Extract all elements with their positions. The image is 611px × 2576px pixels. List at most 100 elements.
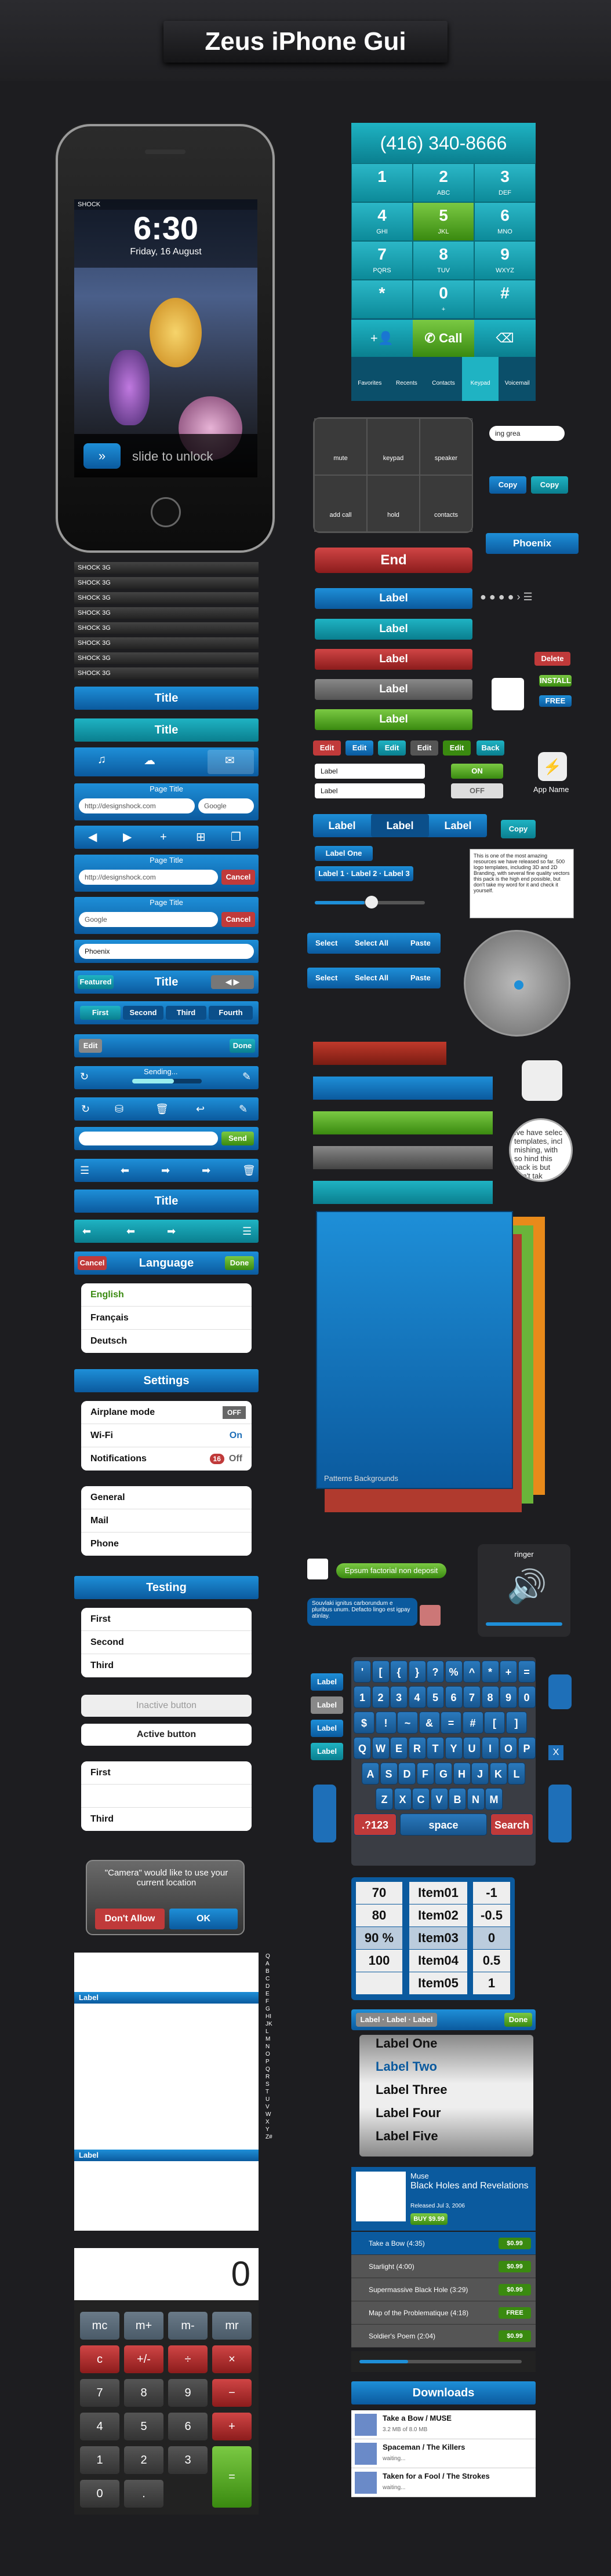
label-button-green[interactable]: Label [315,709,472,730]
dial-key[interactable]: 8 TUV [413,241,474,280]
edit-blue[interactable]: Edit [345,740,373,756]
cancel-button[interactable]: Cancel [221,870,255,885]
copy-button-teal[interactable]: Copy [531,476,568,494]
keyboard-key[interactable]: Z [376,1788,393,1810]
segment-third[interactable]: Third [166,1006,206,1020]
keyboard-key[interactable]: P [518,1737,536,1759]
calc-key[interactable]: × [212,2345,252,2373]
dialer-tab[interactable]: Voicemail [499,357,536,401]
dial-key[interactable]: 3 DEF [474,163,536,202]
keyboard-key[interactable]: { [390,1661,408,1683]
dial-key[interactable]: 7 PQRS [351,241,413,280]
download-row[interactable]: Take a Bow / MUSE 3.2 MB of 8.0 MB [351,2410,536,2439]
picker-cell[interactable]: -0.5 [473,1904,510,1926]
select-menu2-selectall[interactable]: Select All [355,968,388,988]
dialer-tab[interactable]: Favorites [351,357,388,401]
keyboard-key[interactable]: F [416,1763,434,1785]
on-toggle[interactable]: ON [451,764,503,779]
select-nav-segment[interactable]: Label · Label · Label [356,2013,437,2027]
testing-item-second[interactable]: Second [81,1631,252,1654]
picker-cell[interactable]: 100 [356,1950,402,1972]
calc-key[interactable]: 5 [124,2413,163,2440]
keyboard-key[interactable]: H [453,1763,471,1785]
keyboard-key[interactable]: K [489,1763,507,1785]
dial-key[interactable]: * [351,280,413,319]
refresh-icon-2[interactable]: ↻ [81,1097,90,1121]
dial-key[interactable]: 4 GHI [351,202,413,241]
trash-icon[interactable]: 🗑 [155,1097,169,1121]
music-icon[interactable]: ♫ [97,753,106,767]
colored-dots[interactable]: ● ● ● ● › ☰ [480,591,533,603]
track-row[interactable]: Supermassive Black Hole (3:29) $0.99 [351,2278,536,2301]
keyboard-key[interactable]: 0 [518,1686,536,1708]
delete-button[interactable]: Delete [534,652,570,666]
buy-album-button[interactable]: BUY $9.99 [410,2213,448,2225]
calc-key[interactable]: 1 [80,2446,119,2474]
phoenix-button[interactable]: Phoenix [486,533,579,554]
keyboard-key[interactable]: 7 [463,1686,481,1708]
calc-key[interactable]: 4 [80,2413,119,2440]
track-price-button[interactable]: FREE [499,2307,531,2319]
language-german[interactable]: Deutsch [81,1330,252,1353]
keyboard-key[interactable]: Q [354,1737,371,1759]
keyboard-key[interactable]: ' [354,1661,371,1683]
forward-arrow-icon[interactable]: ➡ [161,1159,170,1182]
download-row[interactable]: Taken for a Fool / The Strokes waiting... [351,2468,536,2497]
app-icon[interactable]: ⚡ [538,752,567,781]
calc-key[interactable]: 8 [124,2379,163,2407]
dial-key[interactable]: 9 WXYZ [474,241,536,280]
incall-contacts-button[interactable]: contacts [420,475,472,532]
url-field-active[interactable]: http://designshock.com [79,870,218,885]
select-menu2-select[interactable]: Select [315,968,337,988]
label-button-small-4[interactable]: Label [311,1743,343,1760]
keyboard-key[interactable]: 6 [445,1686,463,1708]
select-option[interactable]: Label One [376,2036,437,2051]
calc-key[interactable]: − [212,2379,252,2407]
keyboard-key[interactable]: 5 [427,1686,444,1708]
tabs-icon[interactable]: ❐ [231,826,241,849]
chat-icon[interactable]: ✉ [225,753,235,768]
keyboard-key[interactable]: ? [427,1661,444,1683]
picker-cell[interactable]: 80 [356,1904,402,1926]
keyboard-key[interactable]: 4 [408,1686,426,1708]
dial-key[interactable]: 1 [351,163,413,202]
select-menu-paste[interactable]: Paste [410,933,431,954]
copy-button-2[interactable]: Copy [501,820,536,838]
copy-button[interactable]: Copy [489,476,526,494]
forward-icon[interactable]: ▶ [123,826,132,849]
label-tabs-small[interactable]: Label 1 · Label 2 · Label 3 [315,866,413,881]
keyboard-key[interactable]: M [485,1788,503,1810]
done-button-2[interactable]: Done [225,1256,254,1270]
keyboard-key[interactable]: W [372,1737,390,1759]
dial-key[interactable]: 5 JKL [413,202,474,241]
testing-item-third[interactable]: Third [81,1654,252,1677]
play-icon[interactable]: ➡ [167,1220,176,1243]
keyboard-key[interactable]: ~ [397,1712,418,1734]
picker-cell[interactable]: Item04 [409,1950,467,1972]
calc-key[interactable]: mr [212,2312,252,2340]
dialer-tab[interactable]: Recents [388,357,425,401]
keyboard-key[interactable]: 8 [481,1686,499,1708]
keyboard-key[interactable]: N [467,1788,485,1810]
keyboard-key[interactable]: E [390,1737,408,1759]
cancel-button-2[interactable]: Cancel [221,912,255,927]
active-button[interactable]: Active button [81,1724,252,1746]
ok-button[interactable]: OK [169,1909,238,1929]
incall-keypad-button[interactable]: keypad [367,418,420,475]
keyboard-key[interactable]: * [481,1661,499,1683]
picker-cell[interactable]: 0 [473,1927,510,1949]
keyboard-search-key[interactable]: Search [490,1814,533,1836]
track-row[interactable]: Soldier's Poem (2:04) $0.99 [351,2325,536,2348]
google-search-field[interactable]: Google [198,798,254,813]
select-done[interactable]: Done [504,2013,532,2027]
calc-key[interactable]: +/- [124,2345,163,2373]
edit-button[interactable]: Edit [79,1039,102,1053]
done-button[interactable]: Done [230,1039,255,1053]
keyboard-key[interactable]: D [398,1763,416,1785]
setting-general[interactable]: General [81,1486,252,1509]
calc-key[interactable]: ÷ [168,2345,208,2373]
picker-cell[interactable]: 90 % [356,1927,402,1949]
setting-wifi[interactable]: Wi-Fi On [81,1424,252,1447]
setting-mail[interactable]: Mail [81,1509,252,1533]
track-price-button[interactable]: $0.99 [499,2238,531,2249]
